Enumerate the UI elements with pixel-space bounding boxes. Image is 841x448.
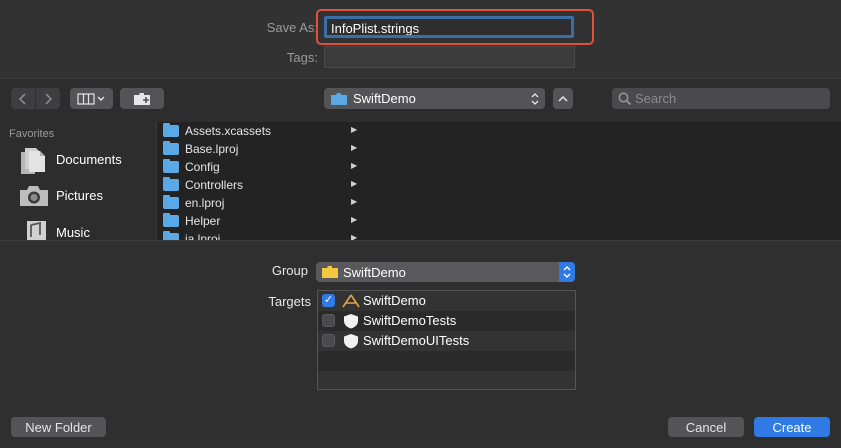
favorites-sidebar: Favorites Documents Pictures Music	[0, 122, 156, 245]
tags-input[interactable]	[324, 46, 575, 68]
group-popup-stepper	[559, 262, 575, 282]
create-button[interactable]: Create	[754, 417, 830, 437]
camera-icon	[20, 186, 48, 206]
search-placeholder: Search	[635, 91, 677, 106]
cancel-button[interactable]: Cancel	[668, 417, 744, 437]
folder-icon	[322, 266, 338, 278]
checkbox-unchecked[interactable]	[322, 334, 335, 347]
folder-icon	[331, 92, 347, 105]
folder-icon	[163, 177, 179, 191]
disclosure-arrow-icon: ▶	[351, 197, 358, 206]
search-field[interactable]: Search	[612, 88, 830, 109]
sidebar-item-label: Documents	[56, 152, 122, 167]
disclosure-arrow-icon: ▶	[351, 125, 358, 134]
chevron-up-icon	[558, 95, 568, 102]
disclosure-arrow-icon: ▶	[351, 143, 358, 152]
folder-icon	[163, 141, 179, 155]
disclosure-arrow-icon: ▶	[351, 233, 358, 240]
list-item[interactable]: ja.lproj ▶	[157, 230, 361, 240]
table-row[interactable]: SwiftDemoUITests	[318, 331, 575, 351]
favorites-heading: Favorites	[9, 128, 55, 140]
group-label: Group	[271, 263, 308, 278]
sidebar-item-pictures[interactable]: Pictures	[18, 186, 148, 212]
tags-label: Tags:	[286, 50, 318, 65]
location-popup[interactable]: SwiftDemo	[324, 88, 545, 109]
options-panel: Group SwiftDemo Targets ✓ SwiftDemo Swif…	[0, 240, 841, 411]
group-value: SwiftDemo	[343, 264, 406, 280]
targets-label: Targets	[268, 294, 311, 309]
shield-icon	[344, 334, 358, 349]
table-row[interactable]: SwiftDemoTests	[318, 311, 575, 331]
sidebar-item-documents[interactable]: Documents	[18, 148, 148, 176]
group-popup[interactable]: SwiftDemo	[316, 262, 575, 282]
list-item[interactable]: Controllers ▶	[157, 176, 361, 194]
targets-list: ✓ SwiftDemo SwiftDemoTests SwiftDemoUITe…	[317, 290, 576, 390]
shield-icon	[344, 314, 358, 329]
folder-icon	[163, 159, 179, 173]
table-row[interactable]: ✓ SwiftDemo	[318, 291, 575, 311]
chevron-right-icon	[45, 92, 53, 105]
app-icon	[342, 294, 360, 308]
updown-arrows-icon	[563, 266, 571, 278]
new-folder-button[interactable]: New Folder	[11, 417, 106, 437]
view-mode-button[interactable]	[70, 88, 113, 109]
columns-view-icon	[76, 92, 104, 105]
folder-icon	[163, 123, 179, 137]
chevron-left-icon	[18, 92, 26, 105]
documents-icon	[21, 148, 45, 174]
new-folder-toolbar-button[interactable]	[120, 88, 164, 109]
list-item[interactable]: Base.lproj ▶	[157, 140, 361, 158]
updown-arrows-icon	[531, 93, 539, 105]
search-icon	[618, 92, 632, 106]
disclosure-arrow-icon: ▶	[351, 161, 358, 170]
back-button[interactable]	[11, 88, 35, 109]
disclosure-arrow-icon: ▶	[351, 179, 358, 188]
save-as-highlight	[316, 9, 594, 45]
empty-row	[318, 371, 575, 389]
forward-button[interactable]	[36, 88, 60, 109]
list-item[interactable]: en.lproj ▶	[157, 194, 361, 212]
list-item[interactable]: Config ▶	[157, 158, 361, 176]
sidebar-item-label: Pictures	[56, 188, 103, 203]
folder-icon	[163, 195, 179, 209]
folder-icon	[163, 213, 179, 227]
collapse-button[interactable]	[553, 88, 573, 109]
list-item[interactable]: Assets.xcassets ▶	[157, 122, 361, 140]
location-label: SwiftDemo	[353, 91, 416, 106]
folder-plus-icon	[134, 92, 150, 105]
list-item[interactable]: Helper ▶	[157, 212, 361, 230]
checkbox-unchecked[interactable]	[322, 314, 335, 327]
save-as-label: Save As:	[266, 20, 318, 35]
empty-column	[361, 122, 841, 240]
sidebar-item-label: Music	[56, 225, 90, 240]
disclosure-arrow-icon: ▶	[351, 215, 358, 224]
folder-icon	[163, 231, 179, 240]
file-browser-column: Assets.xcassets ▶ Base.lproj ▶ Config ▶ Con…	[156, 122, 362, 240]
checkbox-checked[interactable]: ✓	[322, 294, 335, 307]
